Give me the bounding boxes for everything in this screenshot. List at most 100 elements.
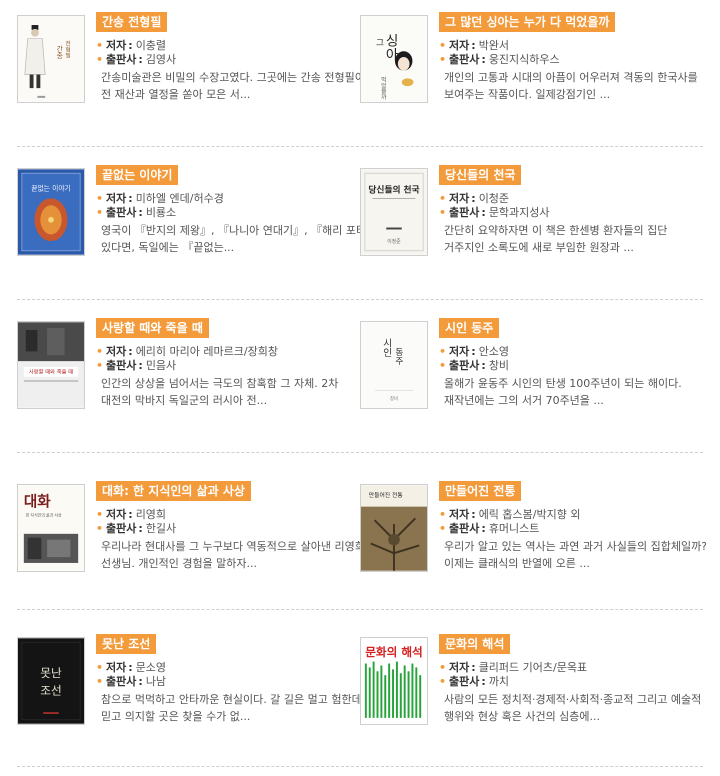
svg-text:못난: 못난 <box>40 666 62 680</box>
book-title[interactable]: 그 많던 싱아는 누가 다 먹었을까 <box>439 12 616 32</box>
cover-art-poet: 시인 동주 창비 <box>361 322 427 408</box>
book-description: 간송미술관은 비밀의 수장고였다. 그곳에는 간송 전형필이 전 재산과 열정을 … <box>101 71 363 101</box>
publisher-line: • 출판사: 휴머니스트 <box>439 522 540 535</box>
svg-text:사랑할 때와 죽을 때: 사랑할 때와 죽을 때 <box>29 368 73 376</box>
publisher-value: 까치 <box>488 675 510 688</box>
book-item: 사랑할 때와 죽을 때 사랑할 때와 죽을 때 • 저자: 에리히 마리아 레마르크… <box>17 318 357 421</box>
author-value: 리영희 <box>135 508 167 521</box>
svg-text:창비: 창비 <box>390 395 398 402</box>
book-cover[interactable]: 못난 조선 <box>17 637 85 725</box>
book-description: 간단히 요약하자면 이 책은 한센병 환자들의 집단 거주지인 소록도에 새로 부… <box>444 224 668 254</box>
svg-text:동주: 동주 <box>393 347 403 366</box>
author-value: 안소영 <box>478 345 510 358</box>
book-description: 개인의 고통과 시대의 아픔이 어우러져 격동의 한국사를 보여주는 작품이다. … <box>444 71 698 101</box>
book-item: 간송 전형필 간송 전형필 • 저자: 이충렬 • 출판사: 김영사 간송미술관은 비밀… <box>17 12 363 115</box>
cover-art-singa: 그 싱아 먹었을까 <box>361 16 427 102</box>
author-line: • 저자: 에릭 홉스봄/박지향 외 <box>439 508 581 521</box>
svg-text:간송: 간송 <box>55 44 63 59</box>
svg-text:전형필: 전형필 <box>64 40 71 59</box>
publisher-value: 나남 <box>145 675 167 688</box>
book-cover[interactable]: 문화의 해석 <box>360 637 428 725</box>
author-value: 박완서 <box>478 39 510 52</box>
publisher-line: • 출판사: 민음사 <box>96 359 177 372</box>
publisher-line: • 출판사: 웅진지식하우스 <box>439 53 560 66</box>
book-title[interactable]: 당신들의 천국 <box>439 165 522 185</box>
book-cover[interactable]: 간송 전형필 <box>17 15 85 103</box>
svg-text:대화: 대화 <box>24 494 51 511</box>
publisher-value: 비룡소 <box>145 206 177 219</box>
svg-text:한 지식인의 삶과 사상: 한 지식인의 삶과 사상 <box>26 512 62 517</box>
publisher-line: • 출판사: 까치 <box>439 675 510 688</box>
row-separator <box>17 146 703 147</box>
book-cover[interactable]: 사랑할 때와 죽을 때 <box>17 321 85 409</box>
author-line: • 저자: 문소영 <box>96 661 167 674</box>
book-item: 문화의 해석 문화의 해석 • 저자: 클리퍼드 기어츠/문옥표 • 출판사: 까치 사… <box>360 634 701 737</box>
book-description: 참으로 먹먹하고 안타까운 현실이다. 갈 길은 멀고 험한데 믿고 의지할 곳은… <box>101 693 362 723</box>
book-cover[interactable]: 대화 한 지식인의 삶과 사상 <box>17 484 85 572</box>
book-title[interactable]: 시인 동주 <box>439 318 500 338</box>
author-value: 문소영 <box>135 661 167 674</box>
publisher-value: 문학과지성사 <box>488 206 550 219</box>
author-value: 클리퍼드 기어츠/문옥표 <box>478 661 588 674</box>
book-item: 시인 동주 창비 시인 동주 • 저자: 안소영 • 출판사: 창비 올해가 윤동주 시… <box>360 318 700 421</box>
publisher-line: • 출판사: 나남 <box>96 675 167 688</box>
book-description: 우리가 알고 있는 역사는 과연 과거 사실들의 집합체일까? 이제는 클래식의 … <box>444 540 706 570</box>
publisher-line: • 출판사: 비룡소 <box>96 206 177 219</box>
book-title[interactable]: 대화: 한 지식인의 삶과 사상 <box>96 481 251 501</box>
cover-art-culture: 문화의 해석 <box>361 638 427 724</box>
book-item: 만들어진 전통 만들어진 전통 • 저자: 에릭 홉스봄/박지향 외 • 출판사: 휴머… <box>360 481 706 584</box>
svg-text:문화의 해석: 문화의 해석 <box>365 645 423 659</box>
book-description: 사람의 모든 정치적·경제적·사회적·종교적 그리고 예술적 행위와 현상 혹은 … <box>444 693 702 723</box>
book-cover[interactable]: 만들어진 전통 <box>360 484 428 572</box>
book-title[interactable]: 사랑할 때와 죽을 때 <box>96 318 209 338</box>
book-description: 올해가 윤동주 시인의 탄생 100주년이 되는 해이다. 재작년에는 그의 서거… <box>444 377 682 407</box>
publisher-value: 한길사 <box>145 522 177 535</box>
svg-text:당신들의 천국: 당신들의 천국 <box>368 184 419 196</box>
cover-art-gansong: 간송 전형필 <box>18 16 84 102</box>
book-title[interactable]: 못난 조선 <box>96 634 157 654</box>
author-line: • 저자: 안소영 <box>439 345 510 358</box>
book-cover[interactable]: 당신들의 천국 이청준 <box>360 168 428 256</box>
svg-text:이청준: 이청준 <box>387 238 401 245</box>
author-line: • 저자: 이충렬 <box>96 39 167 52</box>
author-line: • 저자: 이청준 <box>439 192 510 205</box>
publisher-line: • 출판사: 문학과지성사 <box>439 206 550 219</box>
publisher-value: 창비 <box>488 359 510 372</box>
svg-text:시인: 시인 <box>381 338 392 357</box>
publisher-line: • 출판사: 창비 <box>439 359 510 372</box>
book-cover[interactable]: 시인 동주 창비 <box>360 321 428 409</box>
book-cover[interactable]: 끝없는 이야기 <box>17 168 85 256</box>
book-cover[interactable]: 그 싱아 먹었을까 <box>360 15 428 103</box>
publisher-line: • 출판사: 한길사 <box>96 522 177 535</box>
author-value: 이청준 <box>478 192 510 205</box>
book-item: 대화 한 지식인의 삶과 사상 대화: 한 지식인의 삶과 사상 • 저자: 리영희… <box>17 481 363 584</box>
author-line: • 저자: 박완서 <box>439 39 510 52</box>
author-line: • 저자: 클리퍼드 기어츠/문옥표 <box>439 661 588 674</box>
cover-art-heaven: 당신들의 천국 이청준 <box>361 169 427 255</box>
book-item: 끝없는 이야기 끝없는 이야기 • 저자: 미하엘 엔데/허수경 • 출판사: 비룡소 … <box>17 165 363 268</box>
publisher-value: 웅진지식하우스 <box>488 53 560 66</box>
book-title[interactable]: 끝없는 이야기 <box>96 165 179 185</box>
publisher-line: • 출판사: 김영사 <box>96 53 177 66</box>
svg-text:끝없는 이야기: 끝없는 이야기 <box>31 184 71 193</box>
cover-art-dialogue: 대화 한 지식인의 삶과 사상 <box>18 485 84 571</box>
svg-text:조선: 조선 <box>40 684 61 698</box>
book-description: 영국이 『반지의 제왕』, 『나니아 연대기』, 『해리 포터』가 있다면, 독일… <box>101 224 363 254</box>
book-title[interactable]: 간송 전형필 <box>96 12 168 32</box>
publisher-value: 김영사 <box>145 53 177 66</box>
book-item: 그 싱아 먹었을까 그 많던 싱아는 누가 다 먹었을까 • 저자: 박완서 • 출판… <box>360 12 700 115</box>
row-separator <box>17 609 703 610</box>
book-description: 인간의 상상을 넘어서는 극도의 참혹함 그 자체. 2차 대전의 막바지 독일군… <box>101 377 339 407</box>
row-separator <box>17 299 703 300</box>
book-description: 우리나라 현대사를 그 누구보다 역동적으로 살아낸 리영희 선생님. 개인적인 … <box>101 540 363 570</box>
cover-art-joseon: 못난 조선 <box>18 638 84 724</box>
cover-art-endless: 끝없는 이야기 <box>18 169 84 255</box>
cover-art-tradition: 만들어진 전통 <box>361 485 427 571</box>
author-value: 이충렬 <box>135 39 167 52</box>
book-title[interactable]: 만들어진 전통 <box>439 481 522 501</box>
svg-text:먹었을까: 먹었을까 <box>379 76 386 101</box>
cover-art-love: 사랑할 때와 죽을 때 <box>18 322 84 408</box>
author-line: • 저자: 미하엘 엔데/허수경 <box>96 192 224 205</box>
book-title[interactable]: 문화의 해석 <box>439 634 511 654</box>
svg-text:만들어진 전통: 만들어진 전통 <box>369 491 404 499</box>
